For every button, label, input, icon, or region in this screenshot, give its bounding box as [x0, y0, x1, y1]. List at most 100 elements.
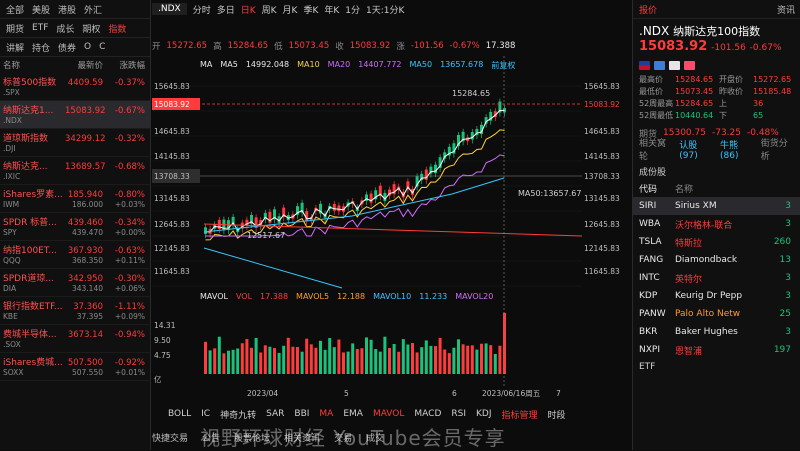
tab-hk[interactable]: 港股 — [54, 3, 80, 16]
watchlist-row[interactable]: SPDR 标普... 439.460 -0.34% SPY 439.470 +0… — [0, 213, 150, 241]
col-name[interactable]: 名称 — [3, 59, 65, 71]
tab-all[interactable]: 全部 — [2, 3, 28, 16]
volume-bar — [305, 338, 309, 374]
tab-c[interactable]: C — [95, 42, 109, 52]
tab-o[interactable]: O — [80, 42, 95, 52]
constituent-row[interactable]: TSLA 特斯拉 260 — [633, 233, 800, 251]
volume-bar — [498, 345, 502, 374]
candle-body — [434, 164, 437, 174]
tab-explain[interactable]: 讲解 — [2, 41, 28, 54]
tab-futures[interactable]: 期货 — [2, 22, 28, 35]
tab-quote[interactable]: 报价 — [639, 3, 657, 16]
watchlist-row[interactable]: 纳指100ET... 367.930 -0.63% QQQ 368.350 +0… — [0, 241, 150, 269]
constituent-row[interactable]: PANW Palo Alto Netw 25 — [633, 305, 800, 323]
volume-bar — [374, 349, 378, 374]
link-cbbc[interactable]: 牛熊(86) — [720, 138, 755, 161]
volume-bar — [217, 336, 221, 374]
volume-bar — [323, 349, 327, 374]
tab-index[interactable]: 指数 — [104, 22, 130, 35]
row-price2: 368.350 — [71, 256, 103, 265]
tab-us[interactable]: 美股 — [28, 3, 54, 16]
indicator-1[interactable]: IC — [201, 409, 210, 419]
indicator-8[interactable]: MACD — [414, 409, 441, 419]
row-change: -0.30% — [114, 274, 145, 284]
watchlist-row[interactable]: iShares费城... 507.500 -0.92% SOXX 507.550… — [0, 353, 150, 381]
x-tick-label: 6 — [452, 389, 457, 398]
period-quarterly[interactable]: 季K — [303, 3, 318, 16]
watchlist-row[interactable]: 道琼斯指数 34299.12 -0.32% .DJI — [0, 129, 150, 157]
favorite-icon[interactable] — [684, 60, 695, 70]
indicator-6[interactable]: EMA — [343, 409, 363, 419]
stat-key: 52周最低 — [639, 110, 674, 120]
row-change2: +0.06% — [114, 284, 145, 293]
period-1day-1min[interactable]: 1天:1分K — [366, 3, 404, 16]
link-warrants[interactable]: 相关窝轮 — [639, 136, 673, 162]
constituent-row[interactable]: KDP Keurig Dr Pepp 3 — [633, 287, 800, 305]
volume-bar — [222, 353, 226, 374]
volume-bar — [475, 349, 479, 374]
tab-fx[interactable]: 外汇 — [80, 3, 106, 16]
mavol10-label: MAVOL10 — [373, 292, 412, 301]
period-daily[interactable]: 日K — [241, 3, 256, 16]
period-intraday[interactable]: 分时 — [193, 3, 211, 16]
candlestick-chart[interactable]: 15645.83 15645.83 15083.92 15083.92 14645.83… — [152, 56, 630, 406]
indicator-5[interactable]: MA — [319, 409, 333, 419]
row-change: -0.34% — [114, 218, 145, 228]
tab-etf[interactable]: ETF — [28, 23, 52, 33]
constituent-row[interactable]: FANG Diamondback 13 — [633, 251, 800, 269]
tab-news[interactable]: 资讯 — [777, 3, 795, 16]
row-name: 纳斯达克... — [3, 162, 48, 172]
link-street-analysis[interactable]: 街货分析 — [761, 136, 795, 162]
watchlist-panel: 全部 美股 港股 外汇 期货 ETF 成长 期权 指数 讲解 持仓 债券 O C… — [0, 0, 151, 450]
period-multiday[interactable]: 多日 — [217, 3, 235, 16]
watchlist-row[interactable]: 银行指数ETF... 37.360 -1.11% KBE 37.395 +0.0… — [0, 297, 150, 325]
indicator-10[interactable]: KDJ — [476, 409, 492, 419]
constituent-name: Palo Alto Netw — [675, 309, 741, 319]
stat-key: 最高价 — [639, 74, 663, 84]
constituent-row[interactable]: NXPI 恩智浦 197 — [633, 341, 800, 359]
volume-bar — [231, 349, 235, 374]
constituent-row[interactable]: BKR Baker Hughes 3 — [633, 323, 800, 341]
period-1min[interactable]: 1分 — [345, 3, 360, 16]
indicator-7[interactable]: MAVOL — [373, 409, 404, 419]
watchlist-row[interactable]: 纳斯达克... 13689.57 -0.68% .IXIC — [0, 157, 150, 185]
row-price: 367.930 — [67, 246, 103, 256]
watchlist-row[interactable]: 标普500指数 4409.59 -0.37% .SPX — [0, 73, 150, 101]
period-monthly[interactable]: 月K — [283, 3, 298, 16]
mavol-label[interactable]: MAVOL — [200, 292, 228, 301]
row-price: 15083.92 — [65, 106, 106, 116]
indicator-4[interactable]: BBI — [294, 409, 309, 419]
indicator-0[interactable]: BOLL — [168, 409, 191, 419]
mavol10-value: 11.233 — [419, 292, 448, 301]
watchlist-row[interactable]: SPDR道琼... 342.950 -0.30% DIA 343.140 +0.… — [0, 269, 150, 297]
indicator-11[interactable]: 指标管理 — [502, 408, 538, 421]
indicator-3[interactable]: SAR — [266, 409, 284, 419]
volume-bar — [378, 351, 382, 374]
x-tick-label: 2023/04 — [247, 389, 278, 398]
share-icon[interactable] — [654, 60, 665, 70]
indicator-12[interactable]: 时段 — [548, 408, 566, 421]
quick-trade[interactable]: 快捷交易 — [152, 431, 188, 444]
tab-growth[interactable]: 成长 — [52, 22, 78, 35]
stat-value2: 36 — [753, 98, 764, 108]
watchlist-row[interactable]: iShares罗素... 185.940 -0.80% IWM 186.000 … — [0, 185, 150, 213]
watchlist-row[interactable]: 纳斯达克1... 15083.92 -0.67% .NDX — [0, 101, 150, 129]
tab-holdings[interactable]: 持仓 — [28, 41, 54, 54]
period-yearly[interactable]: 年K — [324, 3, 339, 16]
symbol-selector[interactable]: .NDX — [152, 3, 187, 15]
col-change[interactable]: 涨跌幅 — [103, 59, 145, 71]
watchlist-row[interactable]: 费城半导体... 3673.14 -0.94% .SOX — [0, 325, 150, 353]
grid-icon[interactable] — [669, 60, 680, 70]
tab-options[interactable]: 期权 — [78, 22, 104, 35]
link-call-warrants[interactable]: 认股(97) — [679, 138, 714, 161]
indicator-9[interactable]: RSI — [451, 409, 466, 419]
tab-bonds[interactable]: 债券 — [54, 41, 80, 54]
constituent-row[interactable]: SIRI Sirius XM 3 — [633, 197, 800, 215]
constituent-row[interactable]: INTC 英特尔 3 — [633, 269, 800, 287]
watchlist-header: 名称 最新价 涨跌幅 — [0, 57, 150, 73]
col-price[interactable]: 最新价 — [65, 59, 103, 71]
period-weekly[interactable]: 周K — [262, 3, 277, 16]
indicator-2[interactable]: 神奇九转 — [220, 408, 256, 421]
candle-body — [332, 203, 336, 211]
constituent-row[interactable]: WBA 沃尔格林-联合 3 — [633, 215, 800, 233]
